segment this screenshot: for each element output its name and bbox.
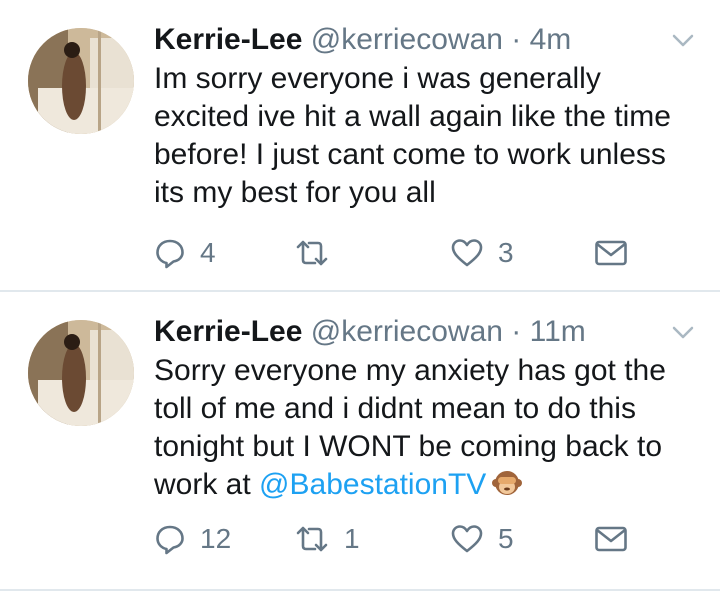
tweet-actions: 12 1 5 <box>154 522 634 556</box>
reply-icon <box>156 239 184 269</box>
direct-message-icon <box>595 526 627 552</box>
avatar-image <box>28 28 134 134</box>
tweet-actions: 4 3 <box>154 236 634 270</box>
separator-dot: · <box>511 23 522 56</box>
tweet[interactable]: Kerrie-Lee @kerriecowan · 4m Im sorry ev… <box>0 0 720 292</box>
author-handle[interactable]: @kerriecowan <box>311 23 503 56</box>
retweet-icon <box>296 526 328 552</box>
avatar[interactable] <box>28 28 134 134</box>
like-count: 5 <box>498 523 514 554</box>
tweet-timestamp[interactable]: 4m <box>530 23 572 56</box>
direct-message-button[interactable] <box>594 522 628 556</box>
retweet-icon <box>296 240 328 266</box>
direct-message-icon <box>595 240 627 266</box>
tweet[interactable]: Kerrie-Lee @kerriecowan · 11m Sorry ever… <box>0 292 720 591</box>
like-button[interactable]: 5 <box>450 522 514 556</box>
like-icon <box>451 525 483 553</box>
reply-count: 12 <box>200 523 232 554</box>
direct-message-button[interactable] <box>594 236 628 270</box>
tweet-header: Kerrie-Lee @kerriecowan · 11m <box>154 314 586 350</box>
mention-link[interactable]: @BabestationTV <box>259 468 486 501</box>
separator-dot: · <box>511 315 522 348</box>
tweet-text: Im sorry everyone i was generally excite… <box>154 60 694 212</box>
retweet-button[interactable]: 1 <box>294 522 360 556</box>
reply-button[interactable]: 12 <box>154 522 231 556</box>
like-count: 3 <box>498 237 514 268</box>
tweet-timestamp[interactable]: 11m <box>530 315 586 348</box>
like-icon <box>451 239 483 267</box>
avatar[interactable] <box>28 320 134 426</box>
reply-button[interactable]: 4 <box>154 236 216 270</box>
retweet-count: 1 <box>344 523 360 554</box>
like-button[interactable]: 3 <box>450 236 514 270</box>
author-name[interactable]: Kerrie-Lee <box>154 23 302 56</box>
author-name[interactable]: Kerrie-Lee <box>154 315 302 348</box>
tweet-header: Kerrie-Lee @kerriecowan · 4m <box>154 22 571 58</box>
tweet-text: Sorry everyone my anxiety has got the to… <box>154 352 694 504</box>
timeline: Kerrie-Lee @kerriecowan · 4m Im sorry ev… <box>0 0 720 591</box>
reply-count: 4 <box>200 237 216 268</box>
chevron-down-icon[interactable] <box>672 34 694 48</box>
author-handle[interactable]: @kerriecowan <box>311 315 503 348</box>
avatar-image <box>28 320 134 426</box>
tweet-body: Im sorry everyone i was generally excite… <box>154 62 671 209</box>
see-no-evil-monkey-icon <box>492 471 523 495</box>
chevron-down-icon[interactable] <box>672 326 694 340</box>
retweet-button[interactable] <box>294 236 344 270</box>
reply-icon <box>156 525 184 555</box>
